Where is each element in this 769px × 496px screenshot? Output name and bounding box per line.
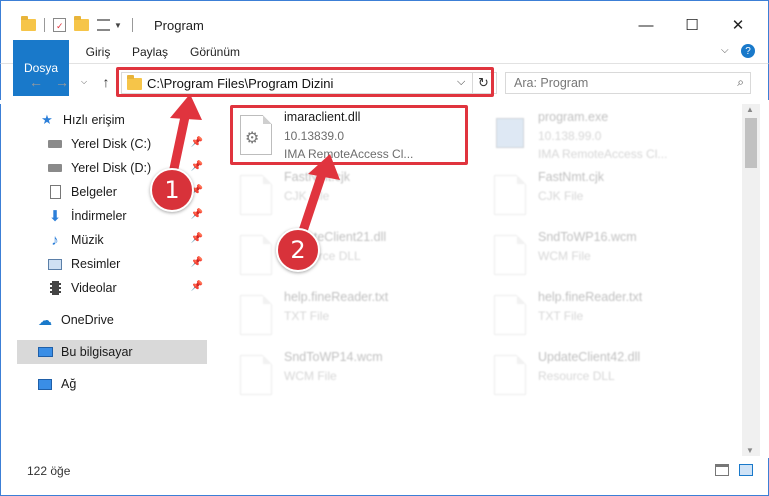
step-badge-1: 1 <box>150 168 194 212</box>
arrow-head-2 <box>308 154 340 180</box>
step-badge-2: 2 <box>276 228 320 272</box>
annotation-arrows <box>167 94 340 245</box>
arrow-head-1 <box>170 94 202 120</box>
